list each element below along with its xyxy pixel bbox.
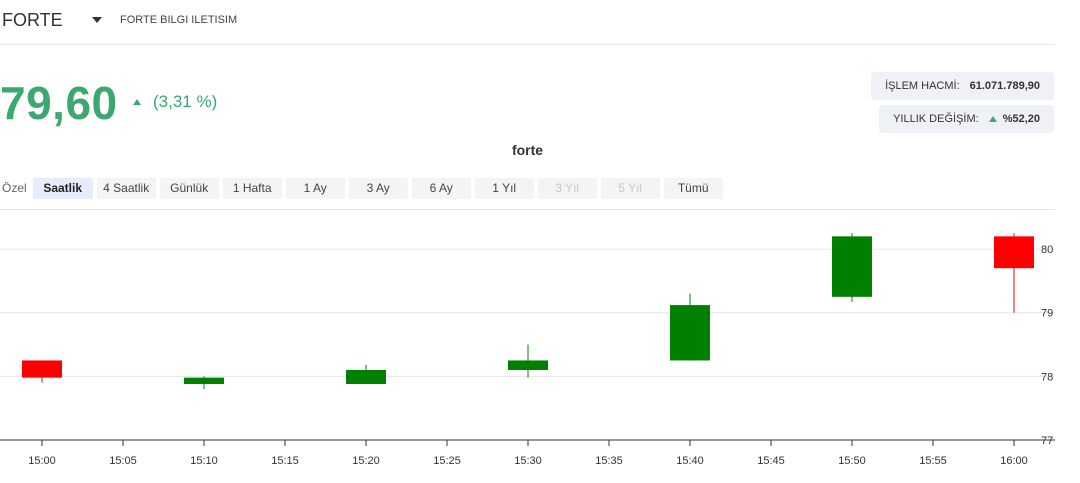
candle-body bbox=[670, 305, 710, 361]
chart-title: forte bbox=[511, 142, 544, 158]
volume-label: İŞLEM HACMİ: bbox=[885, 80, 960, 92]
company-name: FORTE BILGI ILETISIM bbox=[120, 14, 238, 26]
candlestick-chart: 77 78 79 80 15:00 15:05 15:10 15:15 15:20 15:25 15… bbox=[0, 233, 1055, 467]
x-tick-label: 15:55 bbox=[919, 455, 947, 467]
yearly-change-label: YILLIK DEĞİŞİM: bbox=[893, 113, 979, 125]
x-tick-label: 15:50 bbox=[838, 455, 866, 467]
yearly-change-value: %52,20 bbox=[1002, 113, 1040, 125]
current-price: 79,60 bbox=[0, 77, 118, 129]
y-tick-label: 78 bbox=[1041, 371, 1053, 383]
candle-body bbox=[184, 377, 224, 384]
candle-body bbox=[22, 360, 62, 378]
range-button-saatlik[interactable]: Saatlik bbox=[32, 177, 93, 199]
candle-body bbox=[508, 360, 548, 370]
x-tick-label: 16:00 bbox=[1000, 455, 1028, 467]
x-tick-label: 15:40 bbox=[676, 455, 704, 467]
range-button-5-yil: 5 Yıl bbox=[600, 177, 660, 199]
caret-down-icon[interactable] bbox=[92, 17, 102, 23]
candle-body bbox=[994, 236, 1034, 269]
price-change-percent: (3,31 %) bbox=[153, 92, 218, 111]
range-button-3-yil: 3 Yıl bbox=[537, 177, 597, 199]
x-tick-label: 15:30 bbox=[514, 455, 542, 467]
range-button-1-ay[interactable]: 1 Ay bbox=[285, 177, 345, 199]
top-bar: FORTE FORTE BILGI ILETISIM bbox=[0, 0, 1055, 45]
x-tick-label: 15:15 bbox=[271, 455, 299, 467]
range-button-3-ay[interactable]: 3 Ay bbox=[348, 177, 408, 199]
yearly-change-stat: YILLIK DEĞİŞİM: %52,20 bbox=[879, 105, 1054, 133]
x-tick-label: 15:05 bbox=[109, 455, 137, 467]
y-tick-label: 80 bbox=[1041, 244, 1053, 256]
range-button-4-saatlik[interactable]: 4 Saatlik bbox=[96, 177, 156, 199]
up-arrow-icon bbox=[133, 99, 141, 105]
y-tick-label: 79 bbox=[1041, 308, 1053, 320]
range-button-1-yil[interactable]: 1 Yıl bbox=[474, 177, 534, 199]
stock-symbol: FORTE bbox=[2, 10, 63, 30]
x-tick-label: 15:10 bbox=[190, 455, 218, 467]
x-tick-label: 15:00 bbox=[28, 455, 56, 467]
x-tick-label: 15:35 bbox=[595, 455, 623, 467]
y-tick-label: 77 bbox=[1041, 435, 1053, 447]
x-tick-label: 15:25 bbox=[433, 455, 461, 467]
range-button-1-hafta[interactable]: 1 Hafta bbox=[222, 177, 282, 199]
volume-value: 61.071.789,90 bbox=[969, 80, 1040, 92]
range-button-gunluk[interactable]: Günlük bbox=[159, 177, 219, 199]
range-button-tumu[interactable]: Tümü bbox=[663, 177, 723, 199]
x-tick-label: 15:20 bbox=[352, 455, 380, 467]
candle-body bbox=[346, 370, 386, 384]
up-arrow-icon bbox=[988, 116, 997, 122]
range-button-6-ay[interactable]: 6 Ay bbox=[411, 177, 471, 199]
range-custom-label[interactable]: Özel bbox=[2, 181, 27, 195]
volume-stat: İŞLEM HACMİ: 61.071.789,90 bbox=[871, 72, 1054, 100]
range-selector: Özel Saatlik 4 Saatlik Günlük 1 Hafta 1 … bbox=[2, 177, 727, 199]
candle-body bbox=[832, 236, 872, 297]
x-tick-label: 15:45 bbox=[757, 455, 785, 467]
